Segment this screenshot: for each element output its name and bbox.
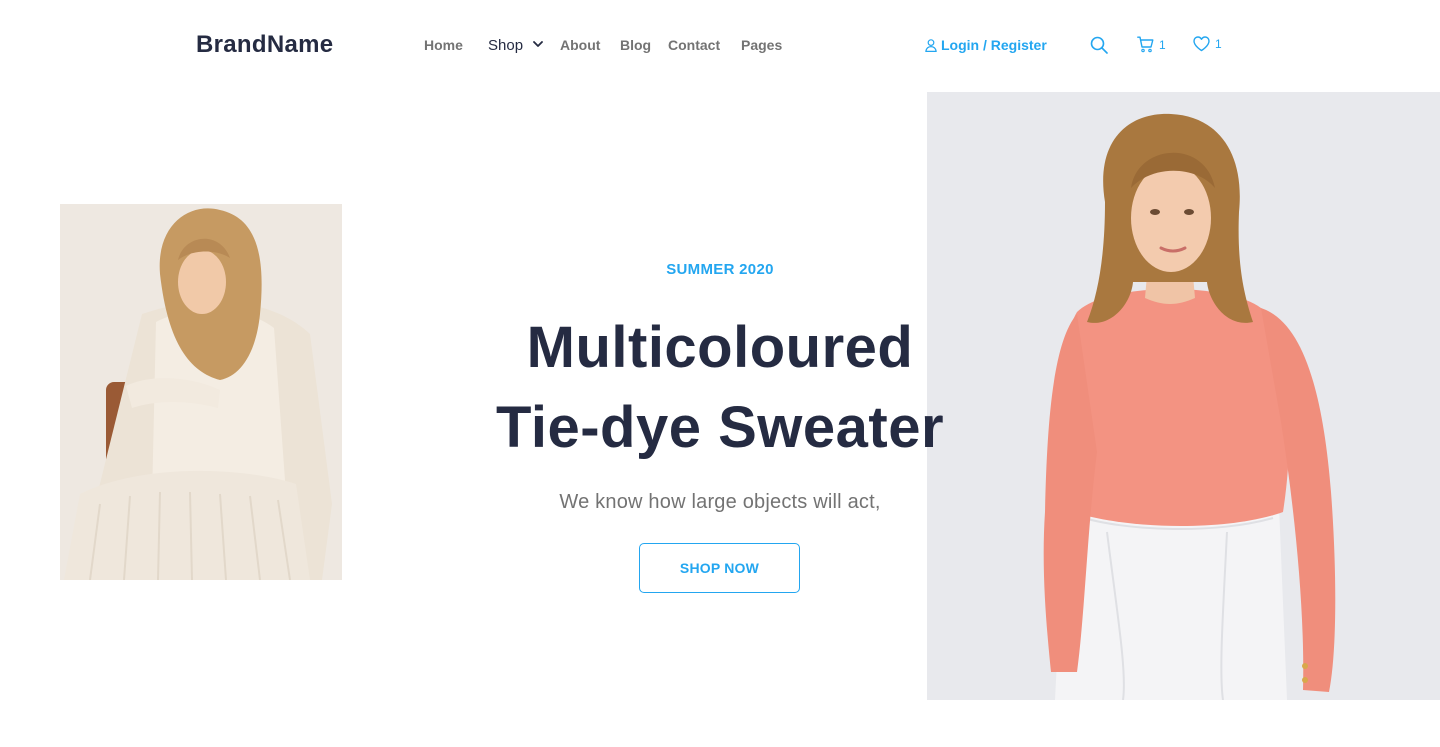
hero-title-line-1: Multicoloured	[526, 315, 914, 380]
login-label: Login / Register	[941, 37, 1047, 53]
hero-title-line-2: Tie-dye Sweater	[495, 395, 945, 460]
cart-icon	[1137, 36, 1154, 53]
hero-subtitle: We know how large objects will act,	[559, 491, 881, 513]
nav-shop-label: Shop	[488, 37, 524, 54]
brand-logo[interactable]: BrandName	[196, 31, 333, 59]
heart-icon	[1193, 36, 1210, 52]
nav-home[interactable]: Home	[424, 37, 463, 53]
chevron-down-icon	[533, 41, 544, 47]
cart-button[interactable]: 1	[1137, 36, 1166, 53]
login-register-link[interactable]: Login / Register	[925, 37, 1047, 53]
user-icon	[925, 39, 937, 52]
hero-eyebrow: SUMMER 2020	[666, 261, 774, 278]
search-icon[interactable]	[1090, 36, 1108, 54]
nav-pages[interactable]: Pages	[741, 37, 782, 53]
nav-shop[interactable]: Shop	[488, 37, 544, 54]
shop-now-button[interactable]: SHOP NOW	[639, 543, 800, 593]
wishlist-count: 1	[1215, 37, 1222, 51]
hero-title: Multicoloured Tie-dye Sweater	[420, 308, 1020, 468]
nav-blog[interactable]: Blog	[620, 37, 651, 53]
cart-count: 1	[1159, 38, 1166, 52]
nav-contact[interactable]: Contact	[668, 37, 720, 53]
nav-about[interactable]: About	[560, 37, 600, 53]
wishlist-button[interactable]: 1	[1193, 36, 1222, 52]
